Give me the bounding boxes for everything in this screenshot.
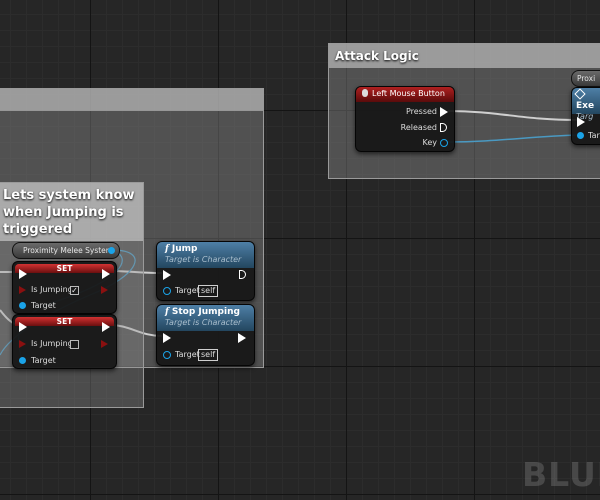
function-node-jump-subtitle: Target is Character <box>165 255 242 264</box>
diamond-icon <box>574 88 586 100</box>
event-icon <box>362 89 368 97</box>
set-2-bool-in-pin[interactable] <box>19 340 26 348</box>
variable-node-proximity-melee-system[interactable]: Proximity Melee System <box>12 242 120 259</box>
set-1-bool-out-pin[interactable] <box>101 286 108 294</box>
function-node-stop-jumping-header: f Stop Jumping Target is Character <box>157 305 254 331</box>
event-node-title: Left Mouse Button <box>372 89 445 98</box>
jump-exec-in-pin[interactable] <box>163 270 171 280</box>
partial-variable-node[interactable]: Proxi <box>571 70 600 87</box>
set-2-exec-in-pin[interactable] <box>19 322 27 332</box>
variable-node-label: Proximity Melee System <box>23 246 114 255</box>
set-1-bool-in-pin[interactable] <box>19 286 26 294</box>
comment-note-line-3: triggered <box>3 222 73 237</box>
jump-target-pin[interactable] <box>163 287 171 295</box>
event-key-pin[interactable] <box>440 139 448 147</box>
set-node-is-jumping-false[interactable]: SET Is Jumping Target <box>12 314 117 369</box>
function-node-stop-jumping-subtitle: Target is Character <box>165 318 242 327</box>
jump-exec-out-pin[interactable] <box>239 270 246 279</box>
function-node-jump-title: Jump <box>171 244 198 254</box>
set-1-exec-in-pin[interactable] <box>19 269 27 279</box>
comment-note-line-2: when Jumping is <box>3 205 124 220</box>
partial-target-label: Tar <box>588 131 600 140</box>
function-icon: f <box>165 307 169 317</box>
function-node-jump-header: f Jump Target is Character <box>157 242 254 268</box>
function-node-jump[interactable]: f Jump Target is Character Target self <box>156 241 255 301</box>
set-1-exec-out-pin[interactable] <box>102 269 110 279</box>
event-node-header: Left Mouse Button <box>356 87 454 102</box>
comment-box-attack-logic-title: Attack Logic <box>335 49 419 63</box>
comment-box-jump-note-header[interactable]: Lets system know when Jumping is trigger… <box>0 183 143 241</box>
event-node-left-mouse-button[interactable]: Left Mouse Button Pressed Released Key <box>355 86 455 152</box>
set-1-checkbox-checked[interactable]: ✓ <box>70 286 79 295</box>
stop-jumping-exec-in-pin[interactable] <box>163 333 171 343</box>
set-node-1-title: SET <box>15 264 114 273</box>
set-2-target-label: Target <box>31 356 56 365</box>
comment-box-left-header[interactable] <box>0 89 263 111</box>
set-2-exec-out-pin[interactable] <box>102 322 110 332</box>
stop-jumping-target-pin[interactable] <box>163 351 171 359</box>
stop-jumping-target-label: Target <box>175 350 200 359</box>
set-2-target-pin[interactable] <box>19 357 26 364</box>
event-released-label: Released <box>400 123 437 132</box>
partial-target-pin[interactable] <box>577 132 584 139</box>
event-key-label: Key <box>422 138 437 147</box>
event-pressed-label: Pressed <box>405 107 437 116</box>
partial-function-title: Exe <box>576 101 595 111</box>
jump-target-label: Target <box>175 286 200 295</box>
event-pressed-pin[interactable] <box>440 107 448 117</box>
set-2-field-label: Is Jumping <box>31 339 73 348</box>
set-2-checkbox-unchecked[interactable] <box>70 340 79 349</box>
blueprint-watermark: BLUE <box>522 455 600 494</box>
set-node-2-title: SET <box>15 317 114 326</box>
variable-output-pin[interactable] <box>108 247 115 254</box>
comment-box-attack-logic-header[interactable]: Attack Logic <box>329 44 600 68</box>
event-released-pin[interactable] <box>440 123 447 132</box>
set-1-target-label: Target <box>31 301 56 310</box>
function-icon: f <box>165 244 169 254</box>
function-node-stop-jumping[interactable]: f Stop Jumping Target is Character Target… <box>156 304 255 366</box>
partial-function-node[interactable]: Exe Targ Tar <box>571 87 600 145</box>
partial-exec-in-pin[interactable] <box>577 117 585 127</box>
set-node-is-jumping-true[interactable]: SET Is Jumping ✓ Target <box>12 261 117 314</box>
comment-note-line-1: Lets system know <box>3 188 135 203</box>
partial-function-header: Exe Targ <box>572 88 600 121</box>
function-node-stop-jumping-title: Stop Jumping <box>171 307 240 317</box>
partial-variable-label: Proxi <box>577 74 596 83</box>
set-1-field-label: Is Jumping <box>31 285 73 294</box>
set-2-bool-out-pin[interactable] <box>101 340 108 348</box>
jump-self-value[interactable]: self <box>198 285 219 297</box>
set-1-target-pin[interactable] <box>19 302 26 309</box>
stop-jumping-self-value[interactable]: self <box>198 349 219 361</box>
stop-jumping-exec-out-pin[interactable] <box>238 333 246 343</box>
